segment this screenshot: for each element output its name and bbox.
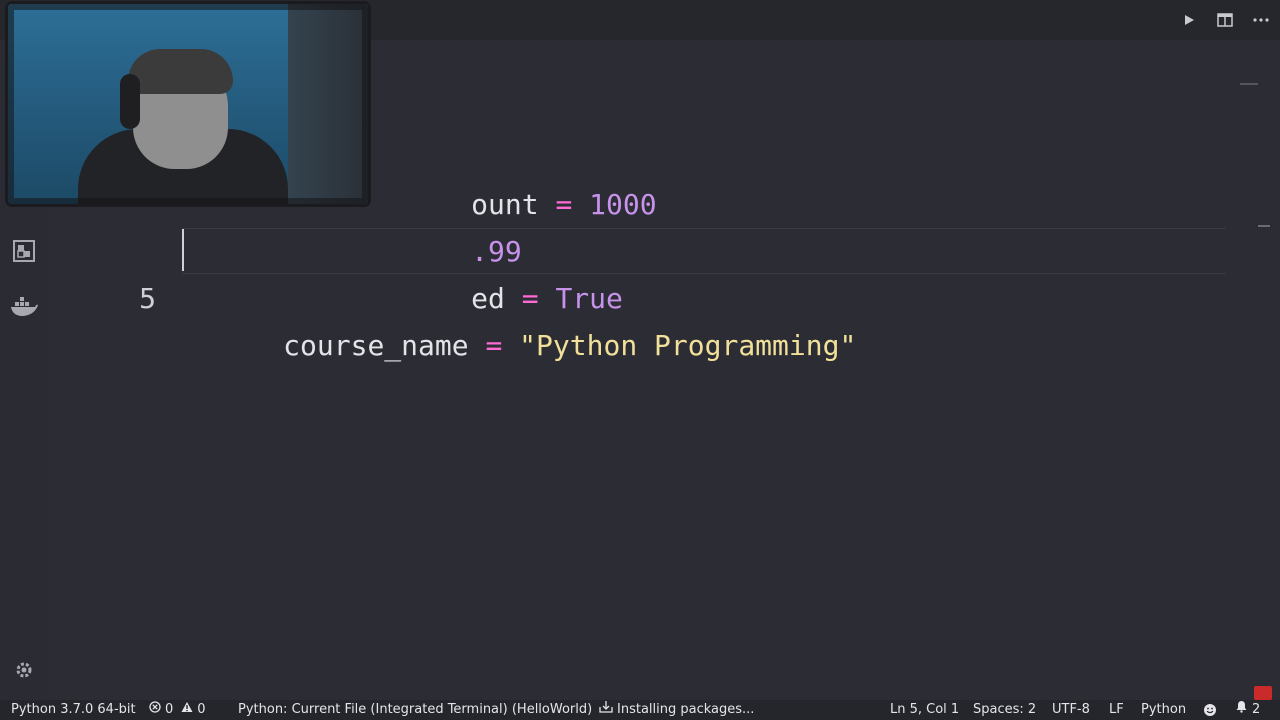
value: "Python Programming": [519, 329, 857, 362]
status-bar: Python 3.7.0 64-bit 0 0 Python: Current …: [0, 686, 1280, 720]
warning-icon: [181, 700, 193, 720]
task-status-text: Installing packages...: [617, 702, 755, 717]
variable-name: course_name: [283, 329, 469, 362]
operator: =: [485, 329, 503, 362]
problems-indicator[interactable]: 0 0: [149, 700, 206, 720]
docker-icon[interactable]: [0, 287, 48, 327]
line-number: 5: [139, 282, 156, 315]
split-editor-icon[interactable]: [1216, 11, 1234, 29]
notifications[interactable]: 2: [1235, 700, 1260, 720]
channel-logo-icon: [1254, 686, 1272, 700]
webcam-overlay: [8, 4, 368, 204]
language-mode[interactable]: Python: [1141, 700, 1186, 720]
warning-count: 0: [197, 702, 206, 717]
extensions-icon[interactable]: [0, 231, 48, 271]
text-cursor: [182, 229, 184, 271]
python-interpreter[interactable]: Python 3.7.0 64-bit: [11, 700, 136, 720]
smiley-icon[interactable]: [1203, 700, 1217, 720]
webcam-frame: [8, 4, 368, 204]
file-encoding[interactable]: UTF-8: [1052, 700, 1090, 720]
notification-count: 2: [1252, 702, 1261, 717]
editor-actions: [1180, 0, 1270, 40]
error-count: 0: [165, 702, 174, 717]
gear-icon[interactable]: [0, 650, 48, 690]
task-status[interactable]: Installing packages...: [599, 700, 754, 720]
scrollbar-marker[interactable]: [1258, 225, 1270, 227]
download-icon: [599, 700, 613, 720]
debug-configuration[interactable]: Python: Current File (Integrated Termina…: [238, 700, 592, 720]
indentation[interactable]: Spaces: 2: [973, 700, 1036, 720]
play-icon[interactable]: [1180, 11, 1198, 29]
code-line: 5: [48, 228, 1228, 315]
cursor-position[interactable]: Ln 5, Col 1: [890, 700, 959, 720]
minimap-indicator: [1240, 83, 1258, 85]
bell-icon: [1235, 700, 1248, 720]
error-icon: [149, 700, 161, 720]
end-of-line[interactable]: LF: [1109, 700, 1124, 720]
line-code: course_name = "Python Programming": [182, 275, 856, 416]
more-actions-icon[interactable]: [1252, 11, 1270, 29]
